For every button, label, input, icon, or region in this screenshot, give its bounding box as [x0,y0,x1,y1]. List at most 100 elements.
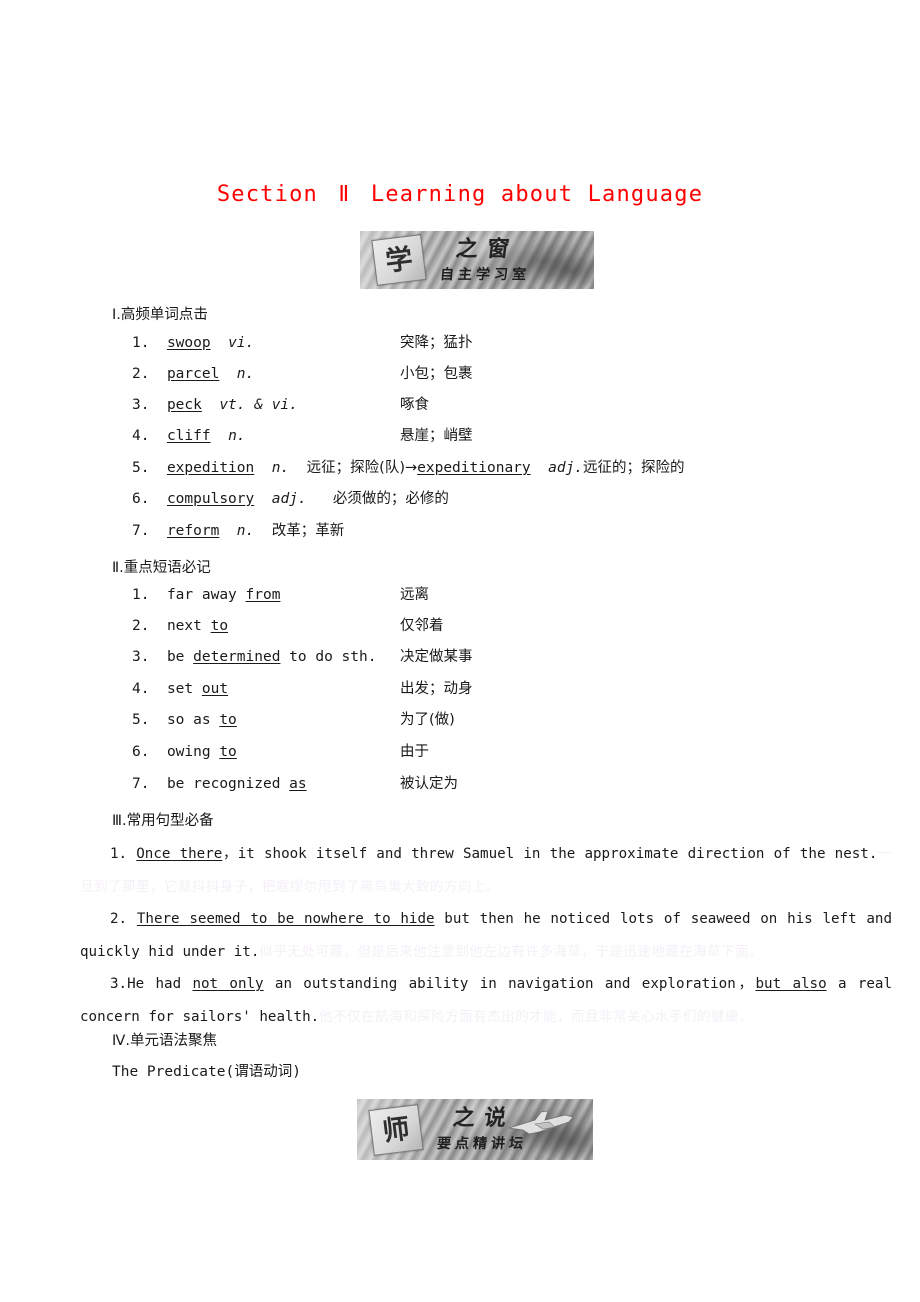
word-entry: 6. compulsory adj. 必须做的；必修的 [132,491,449,508]
sentence-entry-key: There seemed to be nowhere to hide [136,911,435,927]
section-heading-1: Ⅰ.高频单词点击 [112,307,208,323]
sentence-entry-key: Once there [136,846,223,862]
sentence-entry-hidden-translation: 他不仅在航海和探险方面有杰出的才能，而且非常关心水手们的健康。 [319,1009,753,1025]
phrase-entry-number: 6. [132,744,150,760]
phrase-entry-key: from [245,587,281,603]
word-entry-pos: vi. [228,335,255,351]
phrase-entry-number: 1. [132,587,150,603]
word-entry: 2. parcel n. [132,366,255,383]
word-entry: 7. reform n. 改革；革新 [132,523,345,540]
word-entry-number: 7. [132,523,150,539]
phrase-entry-translation: 仅邻着 [400,618,444,634]
phrase-entry-key: out [201,681,229,697]
phrase-entry-prefix: be [166,649,194,665]
phrase-entry: 1. far away from [132,587,281,604]
word-entry-pos: n. [236,366,255,382]
word-entry-pos: vt. & vi. [219,397,298,413]
word-entry: 3. peck vt. & vi. [132,397,298,414]
phrase-entry-number: 2. [132,618,150,634]
page-title-prefix: Section [216,182,318,207]
word-entry-term: cliff [166,428,211,444]
phrase-entry-prefix: far away [166,587,246,603]
sentence-entry: 3.He had not only an outstanding ability… [80,968,892,1034]
banner-seal-character: 师 [368,1103,424,1156]
phrase-entry-prefix: next [166,618,211,634]
word-entry-term: peck [166,397,202,413]
phrase-entry: 4. set out [132,681,229,698]
word-entry-pos: n. [271,460,290,476]
phrase-entry-number: 7. [132,776,150,792]
banner-main-text: 之说 [452,1106,518,1131]
word-entry-number: 2. [132,366,150,382]
phrase-entry-translation: 被认定为 [400,776,458,792]
self-study-banner: 学 之窗 自主学习室 [360,231,594,289]
section-heading-4: Ⅳ.单元语法聚焦 [112,1033,217,1049]
phrase-entry-translation: 远离 [400,587,429,603]
phrase-entry-key: to [210,618,229,634]
document-page: Section Ⅱ Learning about Language 学 之窗 自… [0,0,920,1302]
phrase-entry-key: determined [193,649,281,665]
phrase-entry-translation: 决定做某事 [400,649,473,665]
sentence-entry: 1. Once there，it shook itself and threw … [80,838,892,904]
sentence-entry-number: 2. [110,911,128,927]
phrase-entry-translation: 为了(做) [400,712,455,728]
phrase-entry-number: 4. [132,681,150,697]
sentence-entry-key: not only [192,976,264,992]
phrase-entry-key: to [219,712,237,728]
teacher-lecture-banner: 师 之说 要点精讲坛 [357,1099,593,1160]
phrase-entry: 3. be determined to do sth. [132,649,377,666]
word-entry: 4. cliff n. [132,428,246,445]
word-entry-term: reform [166,523,220,539]
word-entry-number: 6. [132,491,150,507]
word-entry-pos: adj. [271,491,307,507]
banner-sub-text: 要点精讲坛 [436,1136,528,1152]
banner-main-text: 之窗 [455,236,521,262]
phrase-entry-translation: 由于 [400,744,429,760]
section-heading-2: Ⅱ.重点短语必记 [112,560,211,576]
phrase-entry-key: as [289,776,307,792]
word-entry-translation: 远征；探险(队) [306,460,405,476]
page-title: Section Ⅱ Learning about Language [0,182,920,207]
word-entry-translation: 改革；革新 [271,523,345,539]
phrase-entry: 7. be recognized as [132,776,307,793]
word-entry-number: 1. [132,335,150,351]
phrase-entry: 5. so as to [132,712,237,729]
word-entry-translation: 突降；猛扑 [400,335,473,351]
word-entry-derived-term: expeditionary [417,460,531,476]
grammar-topic: The Predicate(谓语动词) [112,1064,301,1080]
sentence-entry-number: 1. [110,846,128,862]
page-title-suffix: Learning about Language [370,182,704,207]
sentence-entry-rest: ，it shook itself and threw Samuel in the… [222,846,878,862]
phrase-entry: 2. next to [132,618,229,635]
page-title-section-number: Ⅱ [338,182,351,207]
word-entry-number: 3. [132,397,150,413]
word-entry-translation: 小包；包裹 [400,366,473,382]
phrase-entry-prefix: set [166,681,202,697]
word-entry-pos: n. [228,428,246,444]
phrase-entry-number: 5. [132,712,150,728]
phrase-entry-translation: 出发；动身 [400,681,473,697]
banner-sub-text: 自主学习室 [439,266,531,283]
derivation-arrow-icon: → [404,460,418,476]
word-entry: 5. expedition n. 远征；探险(队)→expeditionary … [132,460,685,477]
word-entry-translation: 必须做的；必修的 [332,491,449,507]
phrase-entry-suffix: to do sth. [280,649,377,665]
phrase-entry-prefix: owing [166,744,220,760]
phrase-entry: 6. owing to [132,744,237,761]
word-entry-translation: 啄食 [400,397,429,413]
word-entry-number: 4. [132,428,150,444]
sentence-entry: 2. There seemed to be nowhere to hide bu… [80,903,892,969]
sentence-entry-number: 3. [110,976,128,992]
word-entry-derived-translation: 远征的；探险的 [583,460,685,476]
phrase-entry-number: 3. [132,649,150,665]
word-entry: 1. swoop vi. [132,335,255,352]
word-entry-term: swoop [166,335,211,351]
banner-seal-character: 学 [371,234,427,286]
phrase-entry-prefix: be recognized [166,776,290,792]
sentence-entry-middle: an outstanding ability in navigation and… [263,976,756,992]
phrase-entry-key: to [219,744,237,760]
section-heading-3: Ⅲ.常用句型必备 [112,813,214,829]
sentence-entry-prefix: He had [127,976,193,992]
sentence-entry-hidden-translation: 似乎无处可藏，但是后来他注意到他左边有许多海草，于是迅速地藏在海草下面。 [259,944,764,960]
word-entry-term: parcel [166,366,220,382]
